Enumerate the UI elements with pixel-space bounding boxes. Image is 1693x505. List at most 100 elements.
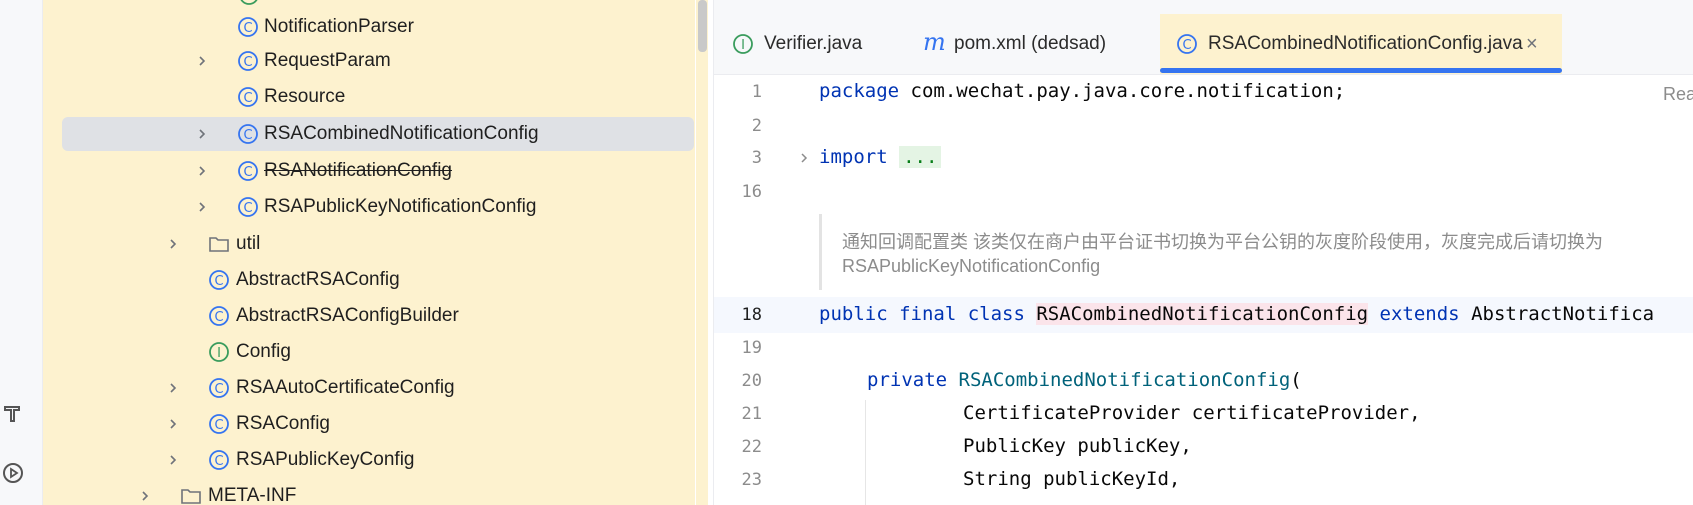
svg-text:C: C — [243, 201, 252, 216]
active-tab-indicator — [1160, 68, 1562, 73]
class-icon: C — [209, 270, 229, 290]
tree-item-label: META-INF — [208, 485, 297, 505]
line-number: 21 — [741, 404, 762, 424]
tree-item-rsanotificationconfig[interactable]: C RSANotificationConfig — [43, 154, 695, 188]
tree-item-rsaconfig[interactable]: C RSAConfig — [43, 407, 695, 441]
keyword: package — [819, 80, 900, 102]
code-line-20[interactable]: private RSACombinedNotificationConfig( — [867, 369, 1302, 391]
line-number: 16 — [741, 182, 762, 202]
chevron-right-icon[interactable] — [194, 199, 210, 215]
line-number: 19 — [741, 338, 762, 358]
svg-text:C: C — [243, 91, 252, 106]
tree-item-label: util — [236, 233, 261, 254]
class-icon: C — [1177, 34, 1197, 54]
tree-item-notificationparser[interactable]: C NotificationParser — [43, 10, 695, 44]
chevron-right-icon[interactable] — [194, 163, 210, 179]
tree-item-label: RSANotificationConfig — [264, 160, 452, 181]
class-icon — [240, 0, 258, 5]
svg-text:C: C — [214, 418, 223, 433]
tree-item-config[interactable]: I Config — [43, 335, 695, 369]
svg-text:C: C — [243, 165, 252, 180]
tree-item-rsacombinednotificationconfig[interactable]: C RSACombinedNotificationConfig — [62, 117, 694, 151]
run-icon[interactable] — [0, 460, 26, 486]
line-number: 3 — [751, 148, 762, 168]
editor-tab-bar: I Verifier.java m pom.xml (dedsad) C RSA… — [714, 0, 1693, 75]
svg-text:C: C — [243, 21, 252, 36]
chevron-right-icon[interactable] — [194, 53, 210, 69]
tab-label: Verifier.java — [764, 33, 863, 54]
class-name: RSACombinedNotificationConfig — [1036, 303, 1369, 325]
tree-item-label: AbstractRSAConfig — [236, 269, 400, 290]
class-icon: C — [238, 124, 258, 144]
tree-item-rsapublickeynotificationconfig[interactable]: C RSAPublicKeyNotificationConfig — [43, 190, 695, 224]
code-line-18[interactable]: public final class RSACombinedNotificati… — [819, 303, 1654, 325]
doc-text: 通知回调配置类 该类仅在商户由平台证书切换为平台公钥的灰度阶段使用，灰度完成后请… — [842, 232, 1603, 252]
line-number: 20 — [741, 371, 762, 391]
line-number: 23 — [741, 470, 762, 490]
keyword: public final class — [819, 303, 1025, 325]
code-text: com.wechat.pay.java.core.notification; — [899, 80, 1346, 102]
code-line-21[interactable]: CertificateProvider certificateProvider, — [963, 402, 1421, 424]
line-number: 18 — [741, 305, 762, 325]
tree-item-meta-inf[interactable]: META-INF — [43, 479, 695, 505]
code-line-23[interactable]: String publicKeyId, — [963, 468, 1180, 490]
tree-item-abstractrsaconfigbuilder[interactable]: C AbstractRSAConfigBuilder — [43, 299, 695, 333]
class-icon: C — [209, 414, 229, 434]
tree-item-label: RSACombinedNotificationConfig — [264, 123, 539, 144]
folder-icon — [209, 237, 229, 252]
tab-verifier-java[interactable]: I Verifier.java — [714, 14, 907, 74]
code-line-3[interactable]: import ... — [819, 146, 942, 168]
close-icon[interactable]: × — [1526, 33, 1538, 56]
tab-rsacombinednotificationconfig-java[interactable]: C RSACombinedNotificationConfig.java × — [1160, 14, 1562, 74]
tree-item-label: RSAPublicKeyNotificationConfig — [264, 196, 537, 217]
svg-text:C: C — [243, 128, 252, 143]
class-icon: C — [209, 306, 229, 326]
tool-window-strip — [0, 0, 43, 505]
hammer-icon[interactable] — [0, 400, 26, 426]
svg-text:C: C — [214, 454, 223, 469]
tab-label: RSACombinedNotificationConfig.java — [1208, 33, 1523, 54]
line-number: 2 — [751, 116, 762, 136]
svg-text:I: I — [217, 346, 221, 361]
svg-text:I: I — [741, 38, 745, 53]
tab-pom-xml[interactable]: m pom.xml (dedsad) — [907, 14, 1160, 74]
tree-item-label: RSAPublicKeyConfig — [236, 449, 415, 470]
line-number: 1 — [751, 82, 762, 102]
reader-mode-label[interactable]: Rea — [1663, 84, 1693, 105]
chevron-right-icon[interactable] — [165, 236, 181, 252]
folded-imports[interactable]: ... — [899, 146, 942, 168]
code-text: AbstractNotifica — [1471, 303, 1655, 325]
editor: I Verifier.java m pom.xml (dedsad) C RSA… — [713, 0, 1693, 505]
tree-item-rsaautocertificateconfig[interactable]: C RSAAutoCertificateConfig — [43, 371, 695, 405]
svg-text:C: C — [1182, 38, 1191, 53]
tree-item-label: Resource — [264, 86, 346, 107]
tree-item-label: RSAAutoCertificateConfig — [236, 377, 455, 398]
fold-chevron-icon[interactable] — [798, 151, 810, 169]
code-line-22[interactable]: PublicKey publicKey, — [963, 435, 1192, 457]
tree-scrollbar[interactable] — [696, 0, 708, 505]
doc-text: RSAPublicKeyNotificationConfig — [842, 256, 1101, 276]
tree-scrollbar-thumb[interactable] — [698, 0, 707, 52]
tree-item-label: NotificationParser — [264, 16, 414, 37]
tree-item-abstractrsaconfig[interactable]: C AbstractRSAConfig — [43, 263, 695, 297]
tree-item-resource[interactable]: C Resource — [43, 80, 695, 114]
chevron-right-icon[interactable] — [137, 488, 153, 504]
tree-item-label: AbstractRSAConfigBuilder — [236, 305, 459, 326]
chevron-right-icon[interactable] — [194, 126, 210, 142]
tree-item-rsapublickeyconfig[interactable]: C RSAPublicKeyConfig — [43, 443, 695, 477]
line-number: 22 — [741, 437, 762, 457]
tree-item-label: RequestParam — [264, 50, 391, 71]
keyword: import — [819, 146, 888, 168]
tree-item-util[interactable]: util — [43, 227, 695, 261]
chevron-right-icon[interactable] — [165, 380, 181, 396]
class-icon: C — [209, 378, 229, 398]
tree-item-label: RSAConfig — [236, 413, 330, 434]
keyword: extends — [1379, 303, 1460, 325]
code-text: ( — [1290, 369, 1302, 391]
class-icon: C — [238, 87, 258, 107]
chevron-right-icon[interactable] — [165, 452, 181, 468]
tree-item-requestparam[interactable]: C RequestParam — [43, 44, 695, 78]
class-icon: C — [209, 450, 229, 470]
chevron-right-icon[interactable] — [165, 416, 181, 432]
code-line-1[interactable]: package com.wechat.pay.java.core.notific… — [819, 80, 1345, 102]
